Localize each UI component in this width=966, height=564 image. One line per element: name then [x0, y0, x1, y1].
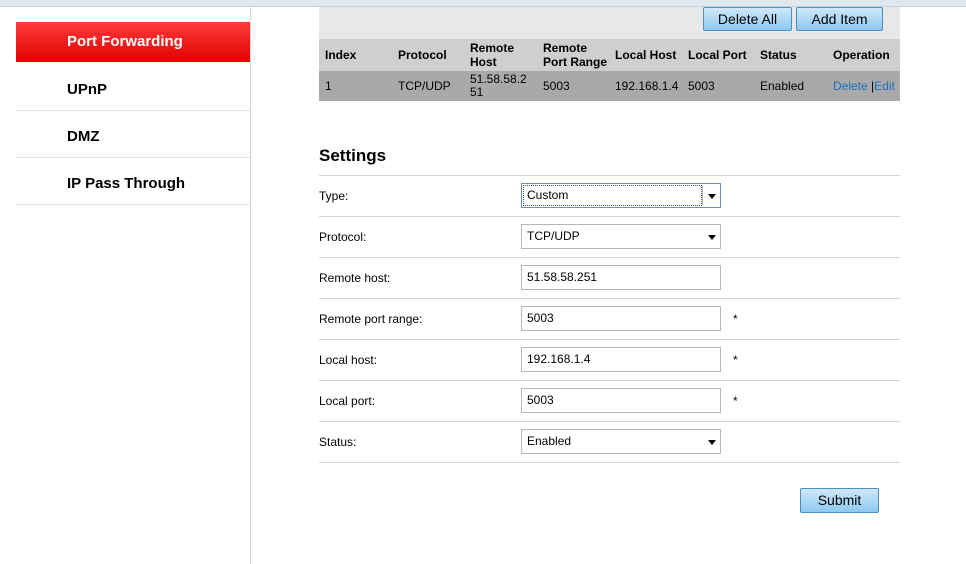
column-header: Local Port [682, 39, 754, 71]
remote-host-label: Remote host: [319, 271, 391, 285]
divider [319, 462, 900, 463]
cell-index: 1 [319, 71, 392, 101]
chevron-down-icon [708, 235, 716, 240]
column-header: Index [319, 39, 392, 71]
remote-host-row: Remote host: 51.58.58.251 [319, 257, 900, 298]
type-row: Type: Custom [319, 175, 900, 216]
port-forwarding-table: Index Protocol Remote Host Remote Port R… [319, 39, 900, 101]
status-select[interactable]: Enabled [521, 429, 721, 454]
cell-remote-port-range: 5003 [537, 71, 609, 101]
cell-status: Enabled [754, 71, 827, 101]
remote-port-range-row: Remote port range: 5003 * [319, 298, 900, 339]
cell-remote-host-text: 51.58.58.251 [470, 72, 527, 99]
local-host-row: Local host: 192.168.1.4 * [319, 339, 900, 380]
column-header: Status [754, 39, 827, 71]
remote-port-range-input[interactable]: 5003 [521, 306, 721, 331]
local-port-label: Local port: [319, 394, 376, 408]
remote-host-input[interactable]: 51.58.58.251 [521, 265, 721, 290]
sidebar-item-upnp[interactable]: UPnP [16, 70, 250, 111]
local-host-input[interactable]: 192.168.1.4 [521, 347, 721, 372]
delete-all-button[interactable]: Delete All [703, 7, 792, 31]
submit-button[interactable]: Submit [800, 488, 879, 513]
sidebar-item-ip-pass-through[interactable]: IP Pass Through [16, 164, 250, 205]
required-mark: * [733, 394, 738, 408]
select-divider [702, 186, 703, 205]
protocol-selected-value: TCP/UDP [527, 229, 580, 243]
type-select[interactable]: Custom [521, 183, 721, 208]
edit-link[interactable]: Edit [874, 79, 895, 93]
sidebar-item-label: IP Pass Through [67, 175, 186, 192]
cell-remote-host: 51.58.58.251 [464, 71, 537, 101]
focus-outline [523, 185, 702, 206]
status-selected-value: Enabled [527, 434, 572, 448]
add-item-button[interactable]: Add Item [796, 7, 883, 31]
sidebar-item-label: DMZ [67, 128, 100, 145]
protocol-select[interactable]: TCP/UDP [521, 224, 721, 249]
protocol-label: Protocol: [319, 230, 367, 244]
chevron-down-icon [708, 440, 716, 445]
table-row: 1 TCP/UDP 51.58.58.251 5003 192.168.1.4 … [319, 71, 900, 101]
remote-port-range-label: Remote port range: [319, 312, 423, 326]
required-mark: * [733, 353, 738, 367]
local-port-row: Local port: 5003 * [319, 380, 900, 421]
sidebar-item-label: Port Forwarding [67, 33, 183, 50]
delete-link[interactable]: Delete [833, 79, 868, 93]
required-mark: * [733, 312, 738, 326]
type-label: Type: [319, 189, 349, 203]
column-header: Remote Port Range [537, 39, 609, 71]
chevron-down-icon [708, 194, 716, 199]
table-header-row: Index Protocol Remote Host Remote Port R… [319, 39, 900, 71]
cell-protocol: TCP/UDP [392, 71, 464, 101]
cell-local-host: 192.168.1.4 [609, 71, 682, 101]
cell-operation: Delete |Edit [827, 71, 900, 101]
column-header: Remote Host [464, 39, 537, 71]
column-header: Local Host [609, 39, 682, 71]
local-port-input[interactable]: 5003 [521, 388, 721, 413]
protocol-row: Protocol: TCP/UDP [319, 216, 900, 257]
cell-local-port: 5003 [682, 71, 754, 101]
status-label: Status: [319, 435, 357, 449]
local-host-label: Local host: [319, 353, 378, 367]
top-bar [0, 0, 966, 7]
sidebar: Port Forwarding UPnP DMZ IP Pass Through [0, 7, 251, 564]
settings-title: Settings [319, 146, 387, 165]
column-header: Operation [827, 39, 900, 71]
status-row: Status: Enabled [319, 421, 900, 462]
sidebar-item-label: UPnP [67, 81, 108, 98]
sidebar-item-port-forwarding[interactable]: Port Forwarding [16, 22, 250, 62]
column-header: Protocol [392, 39, 464, 71]
sidebar-item-dmz[interactable]: DMZ [16, 117, 250, 158]
